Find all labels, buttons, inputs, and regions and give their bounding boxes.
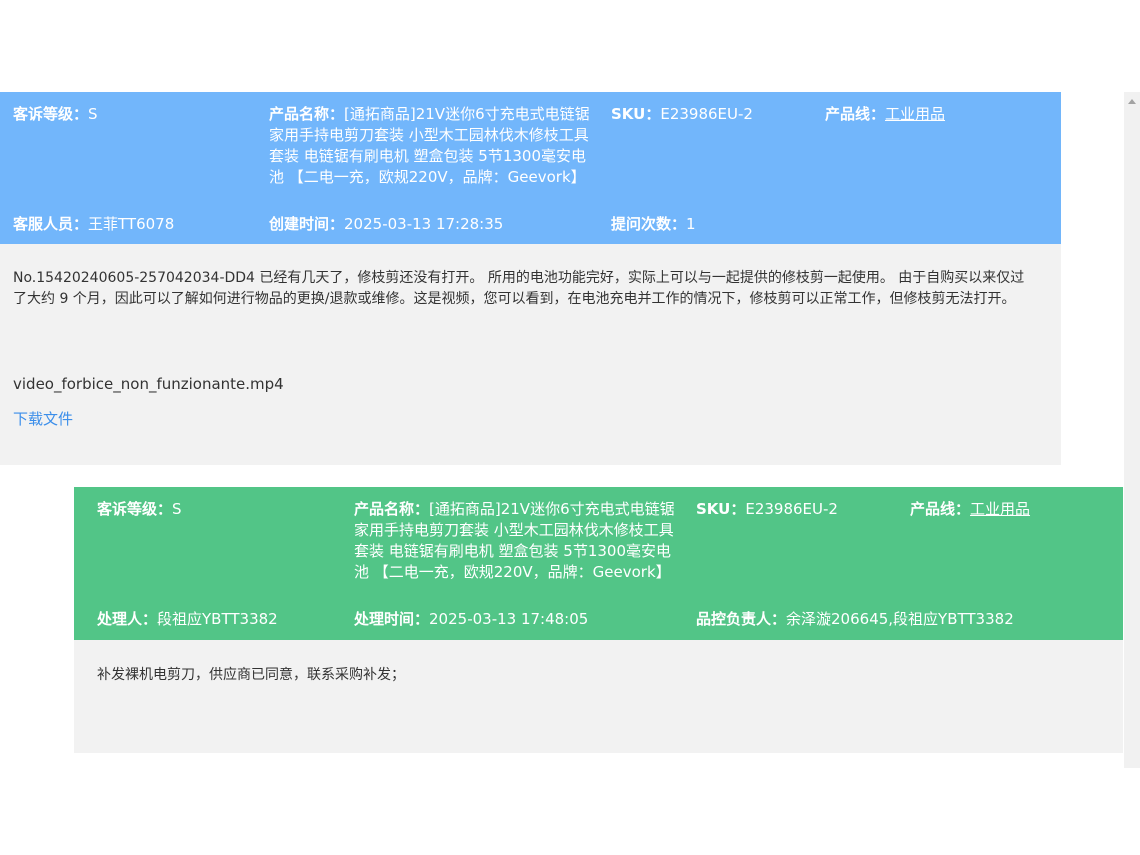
complaint-created: 创建时间：2025-03-13 17:28:35 — [269, 214, 503, 235]
complaint-product-label: 产品名称： — [269, 105, 345, 123]
vertical-scrollbar[interactable] — [1124, 92, 1140, 768]
resolution-qc-value: 余泽漩206645,段祖应YBTT3382 — [786, 610, 1014, 628]
resolution-product-line: 产品线：工业用品 — [910, 499, 1030, 520]
complaint-agent: 客服人员：王菲TT6078 — [13, 214, 174, 235]
resolution-reply: 补发裸机电剪刀，供应商已同意，联系采购补发； — [97, 667, 405, 683]
scroll-up-arrow-icon[interactable] — [1128, 99, 1136, 104]
resolution-body: 补发裸机电剪刀，供应商已同意，联系采购补发； — [74, 640, 1123, 753]
resolution-sku-value: E23986EU-2 — [745, 500, 838, 518]
complaint-card: 客诉等级：S 产品名称：[通拓商品]21V迷你6寸充电式电链锯家用手持电剪刀套装… — [0, 92, 1061, 465]
complaint-agent-label: 客服人员： — [13, 215, 89, 233]
attachment-filename: video_forbice_non_funzionante.mp4 — [13, 375, 284, 393]
complaint-sku-value: E23986EU-2 — [660, 105, 753, 123]
resolution-product: 产品名称：[通拓商品]21V迷你6寸充电式电链锯家用手持电剪刀套装 小型木工园林… — [354, 499, 684, 583]
complaint-count: 提问次数：1 — [611, 214, 696, 235]
complaint-level: 客诉等级：S — [13, 104, 98, 125]
resolution-handled-time: 处理时间：2025-03-13 17:48:05 — [354, 609, 588, 630]
resolution-line-label: 产品线： — [910, 500, 971, 518]
complaint-header: 客诉等级：S 产品名称：[通拓商品]21V迷你6寸充电式电链锯家用手持电剪刀套装… — [0, 92, 1061, 244]
resolution-handler-label: 处理人： — [97, 610, 158, 628]
complaint-body: No.15420240605-257042034-DD4 已经有几天了，修枝剪还… — [0, 244, 1061, 465]
complaint-created-value: 2025-03-13 17:28:35 — [344, 215, 504, 233]
resolution-handler: 处理人：段祖应YBTT3382 — [97, 609, 278, 630]
resolution-qc-label: 品控负责人： — [696, 610, 787, 628]
complaint-description: No.15420240605-257042034-DD4 已经有几天了，修枝剪还… — [13, 270, 1025, 307]
download-file-link[interactable]: 下载文件 — [13, 408, 73, 429]
complaint-sku-label: SKU： — [611, 105, 661, 123]
resolution-sku: SKU：E23986EU-2 — [696, 499, 838, 520]
resolution-header: 客诉等级：S 产品名称：[通拓商品]21V迷你6寸充电式电链锯家用手持电剪刀套装… — [74, 487, 1123, 640]
resolution-product-label: 产品名称： — [354, 500, 430, 518]
resolution-qc: 品控负责人：余泽漩206645,段祖应YBTT3382 — [696, 609, 1014, 630]
resolution-line-value[interactable]: 工业用品 — [970, 500, 1030, 518]
complaint-product-line: 产品线：工业用品 — [825, 104, 945, 125]
complaint-sku: SKU：E23986EU-2 — [611, 104, 753, 125]
complaint-count-label: 提问次数： — [611, 215, 687, 233]
resolution-handled-label: 处理时间： — [354, 610, 430, 628]
complaint-line-label: 产品线： — [825, 105, 886, 123]
complaint-level-label: 客诉等级： — [13, 105, 89, 123]
resolution-sku-label: SKU： — [696, 500, 746, 518]
complaint-agent-value: 王菲TT6078 — [88, 215, 175, 233]
complaint-count-value: 1 — [686, 215, 696, 233]
page: 客诉等级：S 产品名称：[通拓商品]21V迷你6寸充电式电链锯家用手持电剪刀套装… — [0, 0, 1140, 855]
resolution-card: 客诉等级：S 产品名称：[通拓商品]21V迷你6寸充电式电链锯家用手持电剪刀套装… — [74, 487, 1123, 753]
resolution-handler-value: 段祖应YBTT3382 — [157, 610, 278, 628]
resolution-handled-value: 2025-03-13 17:48:05 — [429, 610, 589, 628]
resolution-level-value: S — [172, 500, 182, 518]
complaint-level-value: S — [88, 105, 98, 123]
complaint-created-label: 创建时间： — [269, 215, 345, 233]
complaint-product: 产品名称：[通拓商品]21V迷你6寸充电式电链锯家用手持电剪刀套装 小型木工园林… — [269, 104, 599, 188]
resolution-level-label: 客诉等级： — [97, 500, 173, 518]
complaint-line-value[interactable]: 工业用品 — [885, 105, 945, 123]
resolution-level: 客诉等级：S — [97, 499, 182, 520]
